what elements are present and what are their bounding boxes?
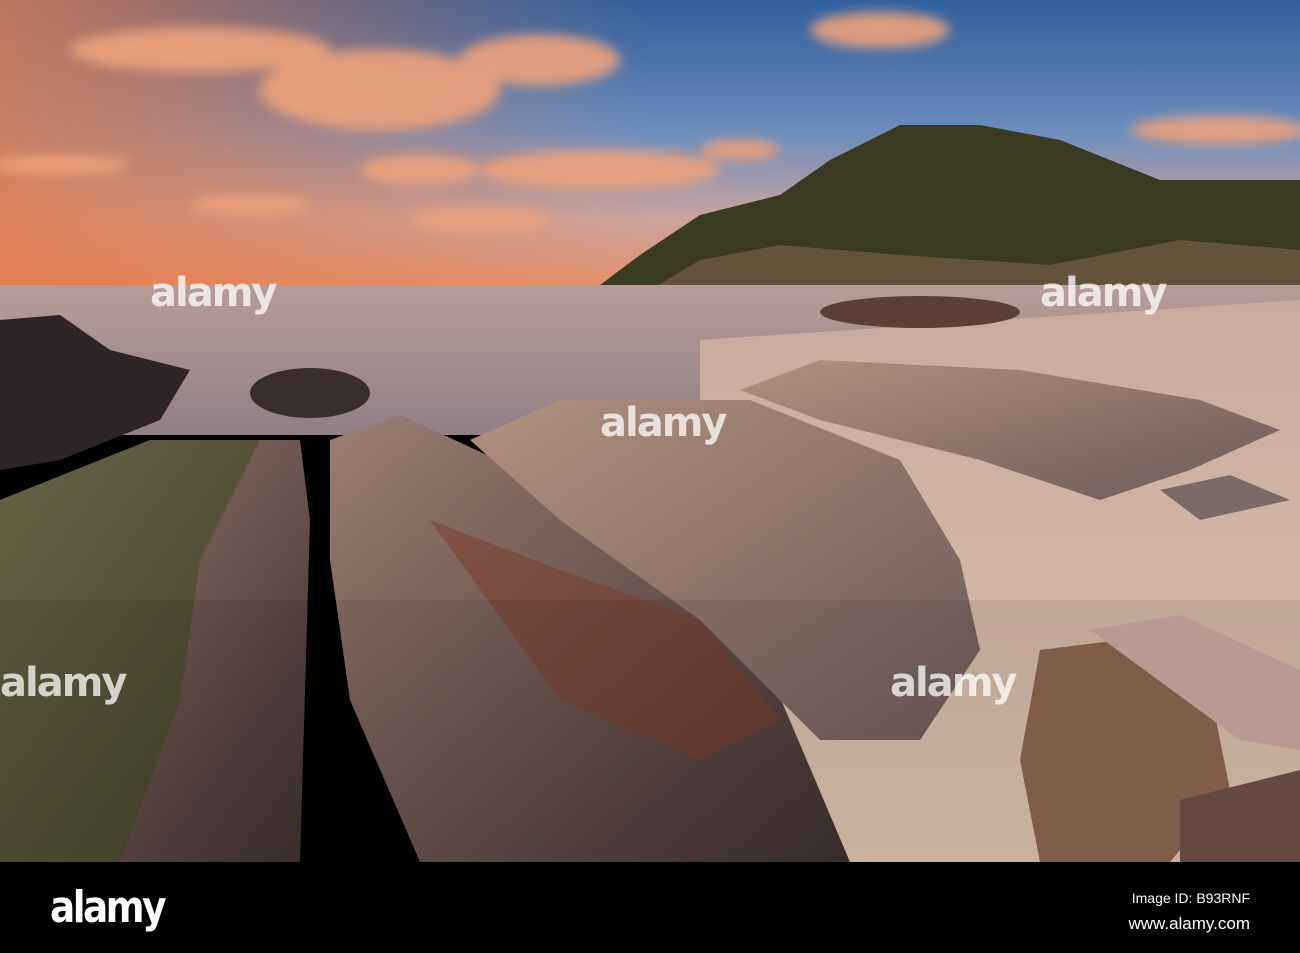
- beach-sunset-photo: [0, 0, 1300, 862]
- alamy-logo: alamy: [50, 882, 166, 933]
- alamy-banner: alamy Image ID: B93RNF www.alamy.com: [0, 862, 1300, 953]
- image-id: Image ID: B93RNF: [1131, 890, 1250, 906]
- website-link[interactable]: www.alamy.com: [1128, 914, 1250, 934]
